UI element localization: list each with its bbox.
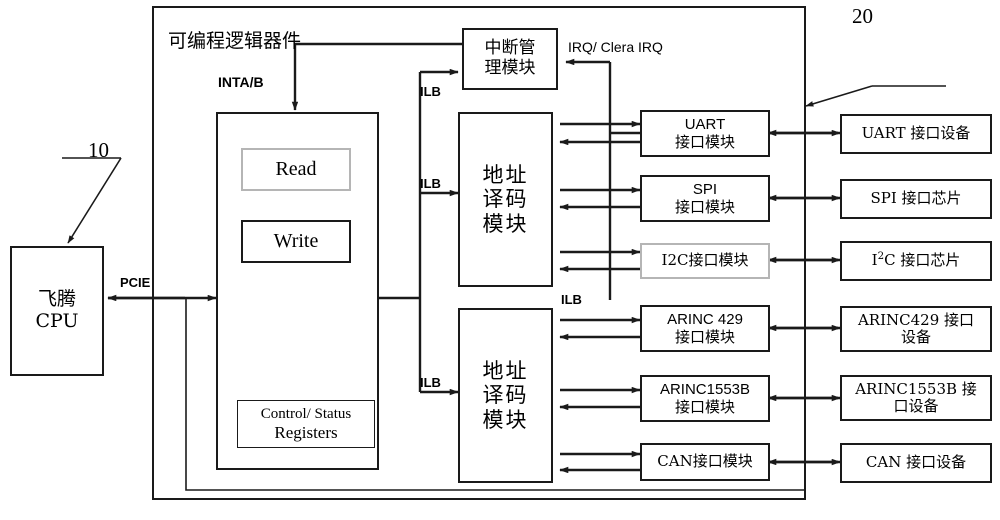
decoder-lower-line1: 地址 xyxy=(482,359,529,384)
pld-title: 可编程逻辑器件 xyxy=(168,30,302,52)
address-decode-module-lower[interactable]: 地址 译码 模块 xyxy=(458,308,553,483)
decoder-upper-line3: 模块 xyxy=(482,211,529,236)
uart-module-line2: 接口模块 xyxy=(674,132,735,151)
i2c-interface-chip[interactable]: I2C 接口芯片 xyxy=(840,241,992,281)
decoder-upper-line1: 地址 xyxy=(482,163,529,188)
arinc1553b-module-line1: ARINC1553B xyxy=(659,381,751,399)
arinc429-device-line2: 设备 xyxy=(900,328,931,346)
interrupt-management-module[interactable]: 中断管 理模块 xyxy=(462,28,558,90)
write-label: Write xyxy=(273,230,319,252)
pcie-write-block[interactable]: Write xyxy=(241,220,351,263)
i2c-device-label: I2C 接口芯片 xyxy=(871,251,961,270)
i2c-interface-module[interactable]: I2C接口模块 xyxy=(640,243,770,279)
arinc429-interface-module[interactable]: ARINC 429 接口模块 xyxy=(640,305,770,352)
can-interface-device[interactable]: CAN 接口设备 xyxy=(840,443,992,483)
arinc429-module-line1: ARINC 429 xyxy=(667,311,743,329)
pcie-bus-label: PCIE xyxy=(120,275,151,290)
ilb-label-decoder-lower: ILB xyxy=(420,375,441,390)
arinc1553b-module-line2: 接口模块 xyxy=(674,397,735,416)
ilb-label-decoder-upper: ILB xyxy=(420,176,441,191)
cpu-label-line1: 飞腾 xyxy=(37,288,76,311)
feiteng-cpu-block[interactable]: 飞腾 CPU xyxy=(10,246,104,376)
arinc429-device-line1: ARINC429 接口 xyxy=(857,310,975,329)
irq-clear-label: IRQ/ Clera IRQ xyxy=(568,39,663,55)
control-status-registers-block[interactable]: Control/ Status Registers xyxy=(237,400,375,448)
ilb-label-interrupt: ILB xyxy=(420,84,441,99)
i2c-module-label: I2C接口模块 xyxy=(661,251,749,270)
can-interface-module[interactable]: CAN接口模块 xyxy=(640,443,770,481)
address-decode-module-upper[interactable]: 地址 译码 模块 xyxy=(458,112,553,287)
registers-label-line2: Registers xyxy=(274,422,338,442)
decoder-lower-line3: 模块 xyxy=(482,407,529,432)
arinc1553b-interface-device[interactable]: ARINC1553B 接 口设备 xyxy=(840,375,992,421)
pcie-read-block[interactable]: Read xyxy=(241,148,351,191)
can-device-label: CAN 接口设备 xyxy=(865,453,967,472)
arinc1553b-device-line2: 口设备 xyxy=(893,397,939,415)
spi-interface-chip[interactable]: SPI 接口芯片 xyxy=(840,179,992,219)
spi-device-label: SPI 接口芯片 xyxy=(870,189,962,208)
uart-device-label: UART 接口设备 xyxy=(861,124,971,143)
decoder-lower-line2: 译码 xyxy=(482,383,529,408)
uart-interface-module[interactable]: UART 接口模块 xyxy=(640,110,770,157)
can-module-label: CAN接口模块 xyxy=(657,452,753,471)
inta-b-label: INTA/B xyxy=(218,74,264,90)
block-diagram-canvas: 可编程逻辑器件 10 20 飞腾 CPU PCIE PCIE硬核 Read Wr… xyxy=(0,0,1000,520)
arinc429-module-line2: 接口模块 xyxy=(674,327,735,346)
registers-label-line1: Control/ Status xyxy=(260,405,352,422)
uart-module-line1: UART xyxy=(684,116,726,134)
ilb-label-decoder-mid: ILB xyxy=(561,292,582,307)
arinc429-interface-device[interactable]: ARINC429 接口 设备 xyxy=(840,306,992,352)
interrupt-module-line1: 中断管 xyxy=(484,38,536,59)
spi-module-line1: SPI xyxy=(692,181,718,199)
decoder-upper-line2: 译码 xyxy=(482,187,529,212)
spi-interface-module[interactable]: SPI 接口模块 xyxy=(640,175,770,222)
spi-module-line2: 接口模块 xyxy=(674,197,735,216)
cpu-label-line2: CPU xyxy=(35,310,79,332)
reference-numeral-10: 10 xyxy=(88,138,109,162)
arinc1553b-interface-module[interactable]: ARINC1553B 接口模块 xyxy=(640,375,770,422)
reference-numeral-20: 20 xyxy=(852,4,873,28)
arinc1553b-device-line1: ARINC1553B 接 xyxy=(855,379,977,398)
uart-interface-device[interactable]: UART 接口设备 xyxy=(840,114,992,154)
read-label: Read xyxy=(275,158,317,180)
interrupt-module-line2: 理模块 xyxy=(484,58,536,78)
